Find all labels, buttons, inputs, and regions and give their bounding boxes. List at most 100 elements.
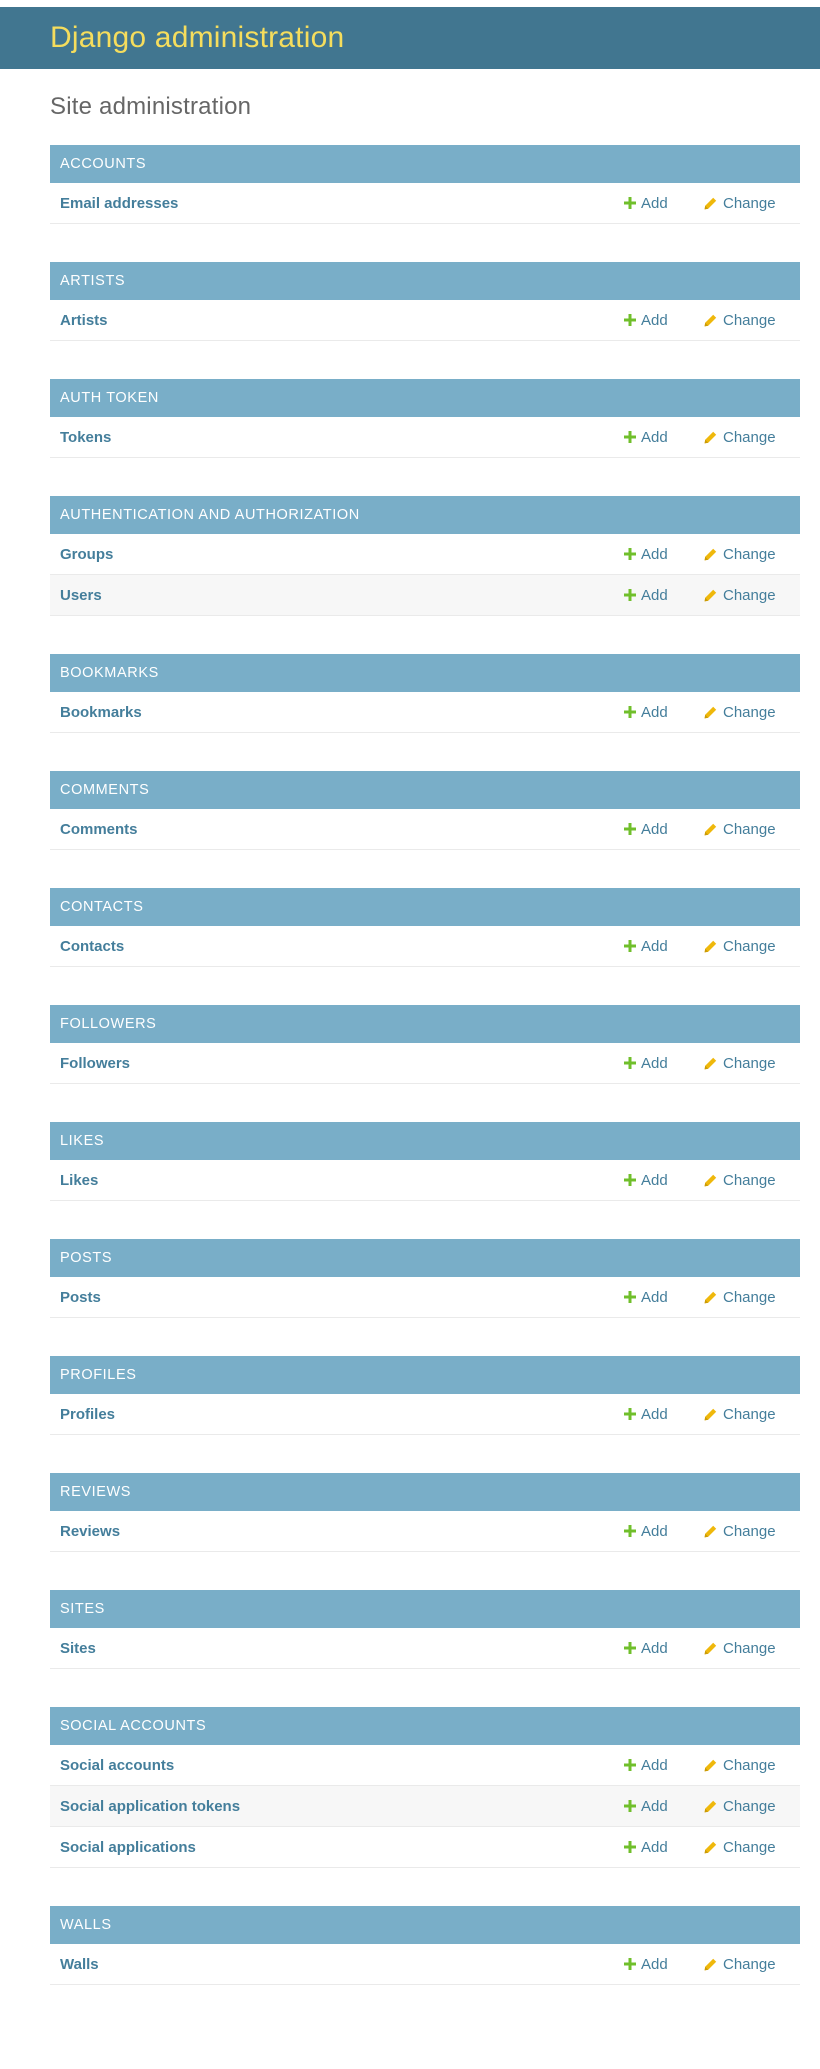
model-link-followers[interactable]: Followers: [60, 1055, 130, 1072]
model-link-posts[interactable]: Posts: [60, 1289, 101, 1306]
add-label: Add: [641, 1756, 668, 1774]
add-label: Add: [641, 1054, 668, 1072]
model-row: Users Add Change: [50, 575, 800, 616]
model-link-profiles[interactable]: Profiles: [60, 1406, 115, 1423]
change-label: Change: [723, 1838, 776, 1856]
add-link[interactable]: Add: [624, 312, 704, 329]
plus-icon: [624, 940, 636, 952]
add-link[interactable]: Add: [624, 704, 704, 721]
app-caption-accounts[interactable]: Accounts: [50, 145, 800, 183]
add-link[interactable]: Add: [624, 546, 704, 563]
change-link[interactable]: Change: [704, 195, 780, 212]
add-link[interactable]: Add: [624, 938, 704, 955]
model-row: Artists Add Change: [50, 300, 800, 341]
plus-icon: [624, 1291, 636, 1303]
add-link[interactable]: Add: [624, 1289, 704, 1306]
model-link-comments[interactable]: Comments: [60, 821, 138, 838]
add-link[interactable]: Add: [624, 1757, 704, 1774]
add-link[interactable]: Add: [624, 1172, 704, 1189]
change-link[interactable]: Change: [704, 938, 780, 955]
pencil-icon: [704, 197, 717, 209]
model-row: Walls Add Change: [50, 1944, 800, 1985]
change-link[interactable]: Change: [704, 704, 780, 721]
change-link[interactable]: Change: [704, 1055, 780, 1072]
change-link[interactable]: Change: [704, 1289, 780, 1306]
row-actions: Add Change: [624, 1394, 780, 1434]
app-caption-profiles[interactable]: Profiles: [50, 1356, 800, 1394]
app-module-authentication-and-authorization: Authentication and Authorization Groups Ad…: [50, 496, 800, 616]
model-link-sites[interactable]: Sites: [60, 1640, 96, 1657]
page-title: Site administration: [50, 93, 252, 120]
model-row: Followers Add Change: [50, 1043, 800, 1084]
app-caption-walls[interactable]: Walls: [50, 1906, 800, 1944]
app-module-reviews: Reviews Reviews Add Change: [50, 1473, 800, 1552]
add-label: Add: [641, 428, 668, 446]
model-link-social-applications[interactable]: Social applications: [60, 1839, 196, 1856]
add-link[interactable]: Add: [624, 1055, 704, 1072]
add-link[interactable]: Add: [624, 1523, 704, 1540]
app-caption-bookmarks[interactable]: Bookmarks: [50, 654, 800, 692]
app-caption-comments[interactable]: Comments: [50, 771, 800, 809]
model-link-reviews[interactable]: Reviews: [60, 1523, 120, 1540]
app-caption-authentication-and-authorization[interactable]: Authentication and Authorization: [50, 496, 800, 534]
add-link[interactable]: Add: [624, 821, 704, 838]
change-link[interactable]: Change: [704, 1523, 780, 1540]
model-link-email-addresses[interactable]: Email addresses: [60, 195, 178, 212]
model-link-groups[interactable]: Groups: [60, 546, 113, 563]
add-link[interactable]: Add: [624, 1640, 704, 1657]
change-link[interactable]: Change: [704, 821, 780, 838]
model-link-contacts[interactable]: Contacts: [60, 938, 124, 955]
change-link[interactable]: Change: [704, 1757, 780, 1774]
change-link[interactable]: Change: [704, 1798, 780, 1815]
change-link[interactable]: Change: [704, 1640, 780, 1657]
add-link[interactable]: Add: [624, 195, 704, 212]
add-link[interactable]: Add: [624, 1798, 704, 1815]
change-link[interactable]: Change: [704, 587, 780, 604]
change-link[interactable]: Change: [704, 1956, 780, 1973]
app-caption-likes[interactable]: Likes: [50, 1122, 800, 1160]
site-name-link[interactable]: Django administration: [50, 21, 344, 55]
app-caption-sites[interactable]: Sites: [50, 1590, 800, 1628]
change-link[interactable]: Change: [704, 429, 780, 446]
model-link-walls[interactable]: Walls: [60, 1956, 99, 1973]
add-link[interactable]: Add: [624, 1406, 704, 1423]
model-link-social-application-tokens[interactable]: Social application tokens: [60, 1798, 240, 1815]
app-caption-reviews[interactable]: Reviews: [50, 1473, 800, 1511]
change-link[interactable]: Change: [704, 312, 780, 329]
model-link-tokens[interactable]: Tokens: [60, 429, 111, 446]
model-link-social-accounts[interactable]: Social accounts: [60, 1757, 174, 1774]
app-caption-posts[interactable]: Posts: [50, 1239, 800, 1277]
row-actions: Add Change: [624, 1786, 780, 1826]
add-link[interactable]: Add: [624, 587, 704, 604]
model-link-likes[interactable]: Likes: [60, 1172, 98, 1189]
app-module-social-accounts: Social Accounts Social accounts Add Change S…: [50, 1707, 800, 1868]
add-label: Add: [641, 1639, 668, 1657]
change-label: Change: [723, 703, 776, 721]
plus-icon: [624, 431, 636, 443]
change-label: Change: [723, 1756, 776, 1774]
app-caption-auth-token[interactable]: Auth Token: [50, 379, 800, 417]
add-link[interactable]: Add: [624, 429, 704, 446]
app-caption-artists[interactable]: Artists: [50, 262, 800, 300]
model-row: Sites Add Change: [50, 1628, 800, 1669]
change-link[interactable]: Change: [704, 1406, 780, 1423]
app-caption-followers[interactable]: Followers: [50, 1005, 800, 1043]
change-link[interactable]: Change: [704, 1839, 780, 1856]
pencil-icon: [704, 1174, 717, 1186]
model-link-artists[interactable]: Artists: [60, 312, 108, 329]
app-caption-social-accounts[interactable]: Social Accounts: [50, 1707, 800, 1745]
add-link[interactable]: Add: [624, 1839, 704, 1856]
app-caption-contacts[interactable]: Contacts: [50, 888, 800, 926]
change-link[interactable]: Change: [704, 546, 780, 563]
change-link[interactable]: Change: [704, 1172, 780, 1189]
model-link-bookmarks[interactable]: Bookmarks: [60, 704, 142, 721]
plus-icon: [624, 1759, 636, 1771]
model-link-users[interactable]: Users: [60, 587, 102, 604]
add-link[interactable]: Add: [624, 1956, 704, 1973]
app-module-bookmarks: Bookmarks Bookmarks Add Change: [50, 654, 800, 733]
row-actions: Add Change: [624, 1944, 780, 1984]
model-row: Reviews Add Change: [50, 1511, 800, 1552]
change-label: Change: [723, 1639, 776, 1657]
app-module-contacts: Contacts Contacts Add Change: [50, 888, 800, 967]
row-actions: Add Change: [624, 1160, 780, 1200]
